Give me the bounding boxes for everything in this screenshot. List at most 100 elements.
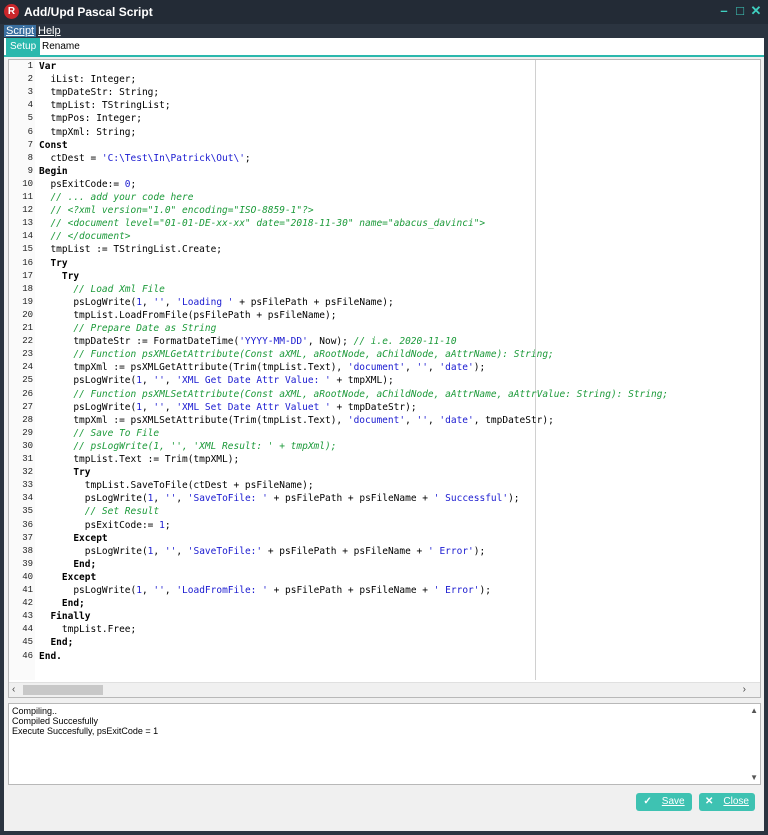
line-number: 16 bbox=[22, 257, 33, 268]
line-number: 10 bbox=[22, 178, 33, 189]
code-line[interactable]: Try bbox=[39, 467, 90, 478]
line-number: 9 bbox=[27, 165, 33, 176]
code-line[interactable]: Try bbox=[39, 271, 79, 282]
code-line[interactable]: End; bbox=[39, 559, 96, 570]
line-number: 28 bbox=[22, 414, 33, 425]
close-button[interactable]: ✕ Close bbox=[699, 793, 755, 811]
tab-bar: Setup Rename bbox=[4, 38, 764, 57]
menu-script[interactable]: Script bbox=[4, 25, 37, 37]
window-title: Add/Upd Pascal Script bbox=[24, 5, 153, 19]
line-number: 14 bbox=[22, 231, 33, 242]
close-icon[interactable]: ✕ bbox=[748, 3, 764, 19]
scroll-right-icon[interactable]: › bbox=[743, 683, 746, 697]
code-line[interactable]: Var bbox=[39, 61, 56, 72]
horizontal-scrollbar[interactable]: ‹ › bbox=[9, 682, 760, 697]
code-line[interactable]: ctDest = 'C:\Test\In\Patrick\Out\'; bbox=[39, 153, 250, 164]
code-line[interactable]: tmpList := TStringList.Create; bbox=[39, 244, 222, 255]
code-line[interactable]: psLogWrite(1, '', 'XML Set Date Attr Val… bbox=[39, 402, 416, 413]
line-number: 3 bbox=[27, 87, 33, 98]
code-line[interactable]: psExitCode:= 1; bbox=[39, 520, 171, 531]
code-line[interactable]: psLogWrite(1, '', 'LoadFromFile: ' + psF… bbox=[39, 585, 491, 596]
code-line[interactable]: tmpXml := psXMLSetAttribute(Trim(tmpList… bbox=[39, 415, 554, 426]
code-line[interactable]: // Function psXMLSetAttribute(Const aXML… bbox=[39, 389, 668, 400]
code-line[interactable]: End; bbox=[39, 637, 73, 648]
code-line[interactable]: tmpList: TStringList; bbox=[39, 100, 170, 111]
code-line[interactable]: tmpList.LoadFromFile(psFilePath + psFile… bbox=[39, 310, 336, 321]
code-line[interactable]: psLogWrite(1, '', 'XML Get Date Attr Val… bbox=[39, 375, 393, 386]
code-line[interactable]: // ... add your code here bbox=[39, 192, 193, 203]
line-number: 35 bbox=[22, 506, 33, 517]
code-line[interactable]: // psLogWrite(1, '', 'XML Result: ' + tm… bbox=[39, 441, 336, 452]
code-line[interactable]: // <?xml version="1.0" encoding="ISO-885… bbox=[39, 205, 313, 216]
line-number: 32 bbox=[22, 467, 33, 478]
code-line[interactable]: tmpDateStr := FormatDateTime('YYYY-MM-DD… bbox=[39, 336, 456, 347]
maximize-icon[interactable]: □ bbox=[732, 3, 748, 19]
code-line[interactable]: tmpList.SaveToFile(ctDest + psFileName); bbox=[39, 480, 314, 491]
code-line[interactable]: // Save To File bbox=[39, 428, 159, 439]
line-number: 6 bbox=[27, 126, 33, 137]
line-number-gutter: 1 2 3 4 5 6 7 8 9 10 11 12 13 14 15 16 17 18 19 20 21 22 23 24 2… bbox=[9, 60, 35, 680]
save-button[interactable]: ✓ Save bbox=[636, 793, 692, 811]
scroll-up-icon[interactable]: ▲ bbox=[750, 706, 758, 715]
code-line[interactable]: // Function psXMLGetAttribute(Const aXML… bbox=[39, 349, 553, 360]
code-line[interactable]: // <document level="01-01-DE-xx-xx" date… bbox=[39, 218, 485, 229]
line-number: 46 bbox=[22, 650, 33, 661]
code-line[interactable]: psExitCode:= 0; bbox=[39, 179, 136, 190]
code-line[interactable]: tmpXml: String; bbox=[39, 127, 136, 138]
code-line[interactable]: tmpList.Free; bbox=[39, 624, 136, 635]
code-line[interactable]: psLogWrite(1, '', 'SaveToFile: ' + psFil… bbox=[39, 493, 520, 504]
scroll-left-icon[interactable]: ‹ bbox=[12, 683, 15, 697]
code-line[interactable]: Const bbox=[39, 140, 68, 151]
line-number: 1 bbox=[27, 61, 33, 71]
output-line: Execute Succesfully, psExitCode = 1 bbox=[12, 726, 159, 736]
code-line[interactable]: tmpPos: Integer; bbox=[39, 113, 142, 124]
tab-setup[interactable]: Setup bbox=[6, 38, 41, 55]
right-margin-line bbox=[535, 60, 536, 680]
save-label: Save bbox=[661, 796, 685, 807]
title-bar: R Add/Upd Pascal Script – □ ✕ bbox=[0, 0, 768, 29]
menu-help[interactable]: Help bbox=[36, 25, 63, 37]
code-line[interactable]: Except bbox=[39, 572, 96, 583]
tab-rename[interactable]: Rename bbox=[38, 38, 84, 55]
code-line[interactable]: tmpXml := psXMLGetAttribute(Trim(tmpList… bbox=[39, 362, 485, 373]
line-number: 26 bbox=[22, 388, 33, 399]
line-number: 18 bbox=[22, 283, 33, 294]
code-line[interactable]: End. bbox=[39, 651, 62, 662]
code-line[interactable]: psLogWrite(1, '', 'SaveToFile:' + psFile… bbox=[39, 546, 485, 557]
scrollbar-thumb[interactable] bbox=[23, 685, 103, 695]
line-number: 27 bbox=[22, 401, 33, 412]
code-line[interactable]: tmpDateStr: String; bbox=[39, 87, 159, 98]
code-line[interactable]: Except bbox=[39, 533, 107, 544]
code-line[interactable]: Try bbox=[39, 258, 67, 269]
output-line: Compiled Succesfully bbox=[12, 716, 99, 726]
code-line[interactable]: End; bbox=[39, 598, 85, 609]
code-editor[interactable]: 1 2 3 4 5 6 7 8 9 10 11 12 13 14 15 16 17 18 19 20 21 22 23 24 2… bbox=[8, 59, 761, 698]
code-line[interactable]: // Load Xml File bbox=[39, 284, 165, 295]
close-label: Close bbox=[723, 796, 749, 807]
minimize-icon[interactable]: – bbox=[716, 3, 732, 19]
line-number: 2 bbox=[27, 74, 33, 85]
line-number: 20 bbox=[22, 309, 33, 320]
line-number: 8 bbox=[27, 152, 33, 163]
code-line[interactable]: Begin bbox=[39, 166, 68, 177]
code-line[interactable]: // Set Result bbox=[39, 506, 159, 517]
code-line[interactable]: // </document> bbox=[39, 231, 130, 242]
code-line[interactable]: iList: Integer; bbox=[39, 74, 136, 85]
code-line[interactable]: tmpList.Text := Trim(tmpXML); bbox=[39, 454, 239, 465]
code-line[interactable]: // Prepare Date as String bbox=[39, 323, 216, 334]
line-number: 25 bbox=[22, 375, 33, 386]
line-number: 13 bbox=[22, 218, 33, 229]
line-number: 45 bbox=[22, 637, 33, 648]
output-log[interactable]: Compiling.. Compiled Succesfully Execute… bbox=[8, 703, 761, 785]
line-number: 39 bbox=[22, 558, 33, 569]
line-number: 17 bbox=[22, 270, 33, 281]
line-number: 42 bbox=[22, 598, 33, 609]
line-number: 43 bbox=[22, 611, 33, 622]
code-line[interactable]: Finally bbox=[39, 611, 90, 622]
code-line[interactable]: psLogWrite(1, '', 'Loading ' + psFilePat… bbox=[39, 297, 393, 308]
line-number: 22 bbox=[22, 336, 33, 347]
app-logo-icon: R bbox=[4, 4, 19, 19]
line-number: 31 bbox=[22, 454, 33, 464]
line-number: 36 bbox=[22, 519, 33, 530]
scroll-down-icon[interactable]: ▼ bbox=[750, 773, 758, 782]
